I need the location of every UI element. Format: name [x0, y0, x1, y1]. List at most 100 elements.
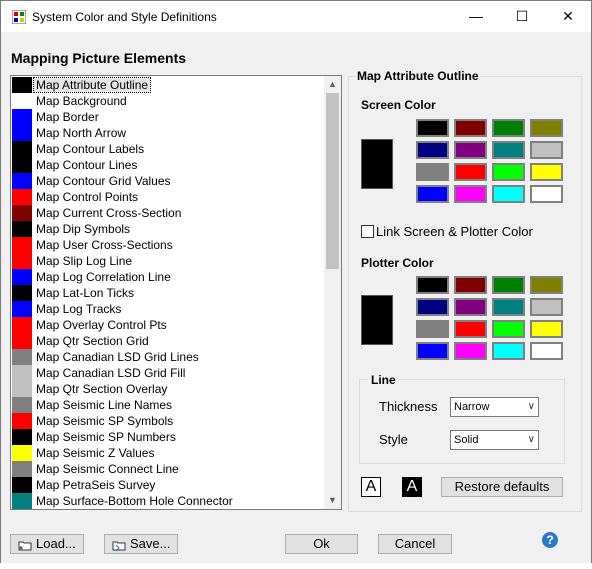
- color-swatch: [12, 477, 32, 493]
- palette-color-cell[interactable]: [416, 141, 449, 159]
- help-icon[interactable]: ?: [542, 532, 558, 548]
- screen-font-icon[interactable]: A: [361, 477, 381, 497]
- palette-color-cell[interactable]: [492, 276, 525, 294]
- list-item[interactable]: Map Control Points: [12, 189, 324, 205]
- list-item[interactable]: Map PetraSeis Survey: [12, 477, 324, 493]
- palette-color-cell[interactable]: [492, 119, 525, 137]
- screen-color-label: Screen Color: [361, 98, 436, 112]
- palette-color-cell[interactable]: [454, 163, 487, 181]
- palette-color-cell[interactable]: [416, 276, 449, 294]
- list-item[interactable]: Map Overlay Control Pts: [12, 317, 324, 333]
- color-swatch: [12, 349, 32, 365]
- palette-color-cell[interactable]: [416, 163, 449, 181]
- palette-color-cell[interactable]: [530, 276, 563, 294]
- list-item[interactable]: Map Seismic Connect Line: [12, 461, 324, 477]
- color-swatch: [12, 429, 32, 445]
- list-item[interactable]: Map Attribute Outline: [12, 77, 324, 93]
- palette-color-cell[interactable]: [530, 320, 563, 338]
- plotter-color-label: Plotter Color: [361, 256, 434, 270]
- list-item-label: Map Attribute Outline: [32, 77, 152, 93]
- list-item-label: Map PetraSeis Survey: [36, 478, 156, 492]
- list-item[interactable]: Map Seismic SP Symbols: [12, 413, 324, 429]
- palette-color-cell[interactable]: [454, 298, 487, 316]
- palette-color-cell[interactable]: [454, 141, 487, 159]
- list-item[interactable]: Map Log Tracks: [12, 301, 324, 317]
- palette-color-cell[interactable]: [454, 320, 487, 338]
- link-colors-checkbox[interactable]: [361, 225, 374, 238]
- plotter-color-preview: [361, 295, 393, 345]
- color-swatch: [12, 333, 32, 349]
- list-item[interactable]: Map Canadian LSD Grid Lines: [12, 349, 324, 365]
- scroll-thumb[interactable]: [326, 93, 339, 269]
- list-item[interactable]: Map Slip Log Line: [12, 253, 324, 269]
- window-title: System Color and Style Definitions: [32, 10, 217, 24]
- palette-color-cell[interactable]: [492, 141, 525, 159]
- color-swatch: [12, 205, 32, 221]
- list-item-label: Map Surface-Bottom Hole Connector: [36, 494, 233, 508]
- link-colors-label[interactable]: Link Screen & Plotter Color: [376, 224, 533, 239]
- palette-color-cell[interactable]: [530, 163, 563, 181]
- close-button[interactable]: ✕: [545, 1, 591, 32]
- maximize-button[interactable]: ☐: [499, 1, 545, 32]
- list-item-label: Map Qtr Section Overlay: [36, 382, 168, 396]
- restore-defaults-button[interactable]: Restore defaults: [441, 477, 563, 497]
- palette-color-cell[interactable]: [454, 342, 487, 360]
- palette-color-cell[interactable]: [530, 141, 563, 159]
- list-item[interactable]: Map User Cross-Sections: [12, 237, 324, 253]
- scroll-down-icon[interactable]: ▼: [324, 492, 341, 509]
- list-item[interactable]: Map Contour Lines: [12, 157, 324, 173]
- background-strip: [0, 563, 592, 569]
- palette-color-cell[interactable]: [492, 342, 525, 360]
- ok-button[interactable]: Ok: [285, 534, 358, 554]
- list-item[interactable]: Map Contour Labels: [12, 141, 324, 157]
- load-button[interactable]: Load...: [10, 534, 84, 554]
- list-item-label: Map Seismic Line Names: [36, 398, 173, 412]
- palette-color-cell[interactable]: [492, 185, 525, 203]
- list-item[interactable]: Map Canadian LSD Grid Fill: [12, 365, 324, 381]
- palette-color-cell[interactable]: [416, 119, 449, 137]
- list-item[interactable]: Map Dip Symbols: [12, 221, 324, 237]
- list-item[interactable]: Map Qtr Section Overlay: [12, 381, 324, 397]
- list-item[interactable]: Map Current Cross-Section: [12, 205, 324, 221]
- palette-color-cell[interactable]: [492, 298, 525, 316]
- palette-color-cell[interactable]: [530, 185, 563, 203]
- list-item-label: Map Background: [36, 94, 127, 108]
- list-item[interactable]: Map Seismic Z Values: [12, 445, 324, 461]
- elements-listbox[interactable]: ▲ ▼ Map Attribute Outline Map Background M…: [10, 75, 342, 510]
- color-swatch: [12, 413, 32, 429]
- save-button[interactable]: Save...: [104, 534, 178, 554]
- list-item[interactable]: Map Lat-Lon Ticks: [12, 285, 324, 301]
- chevron-down-icon: ∨: [527, 434, 535, 445]
- palette-color-cell[interactable]: [530, 298, 563, 316]
- palette-color-cell[interactable]: [416, 342, 449, 360]
- thickness-select[interactable]: Narrow ∨: [450, 397, 539, 417]
- list-item[interactable]: Map Qtr Section Grid: [12, 333, 324, 349]
- list-item[interactable]: Map Log Correlation Line: [12, 269, 324, 285]
- palette-color-cell[interactable]: [454, 276, 487, 294]
- plotter-font-icon[interactable]: A: [402, 477, 422, 497]
- color-swatch: [12, 173, 32, 189]
- palette-color-cell[interactable]: [416, 185, 449, 203]
- list-item[interactable]: Map Contour Grid Values: [12, 173, 324, 189]
- cancel-button[interactable]: Cancel: [378, 534, 452, 554]
- minimize-button[interactable]: —: [453, 1, 499, 32]
- palette-color-cell[interactable]: [454, 185, 487, 203]
- line-group-title: Line: [368, 373, 399, 387]
- color-swatch: [12, 381, 32, 397]
- list-item[interactable]: Map Seismic Line Names: [12, 397, 324, 413]
- palette-color-cell[interactable]: [454, 119, 487, 137]
- list-item[interactable]: Map Seismic SP Numbers: [12, 429, 324, 445]
- palette-color-cell[interactable]: [492, 320, 525, 338]
- palette-color-cell[interactable]: [416, 298, 449, 316]
- palette-color-cell[interactable]: [530, 119, 563, 137]
- style-select[interactable]: Solid ∨: [450, 430, 539, 450]
- scroll-up-icon[interactable]: ▲: [324, 76, 341, 93]
- palette-color-cell[interactable]: [492, 163, 525, 181]
- list-item[interactable]: Map Surface-Bottom Hole Connector: [12, 493, 324, 509]
- palette-color-cell[interactable]: [530, 342, 563, 360]
- vertical-scrollbar[interactable]: ▲ ▼: [324, 76, 341, 509]
- palette-color-cell[interactable]: [416, 320, 449, 338]
- list-item[interactable]: Map North Arrow: [12, 125, 324, 141]
- list-item[interactable]: Map Border: [12, 109, 324, 125]
- list-item[interactable]: Map Background: [12, 93, 324, 109]
